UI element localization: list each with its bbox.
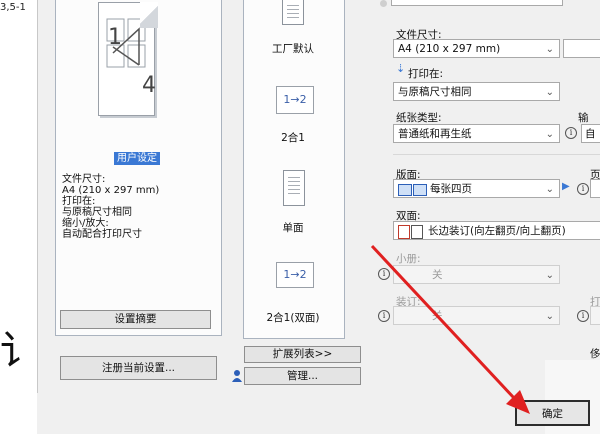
arrow-shaft	[370, 244, 516, 400]
annotation-arrow	[370, 244, 530, 414]
